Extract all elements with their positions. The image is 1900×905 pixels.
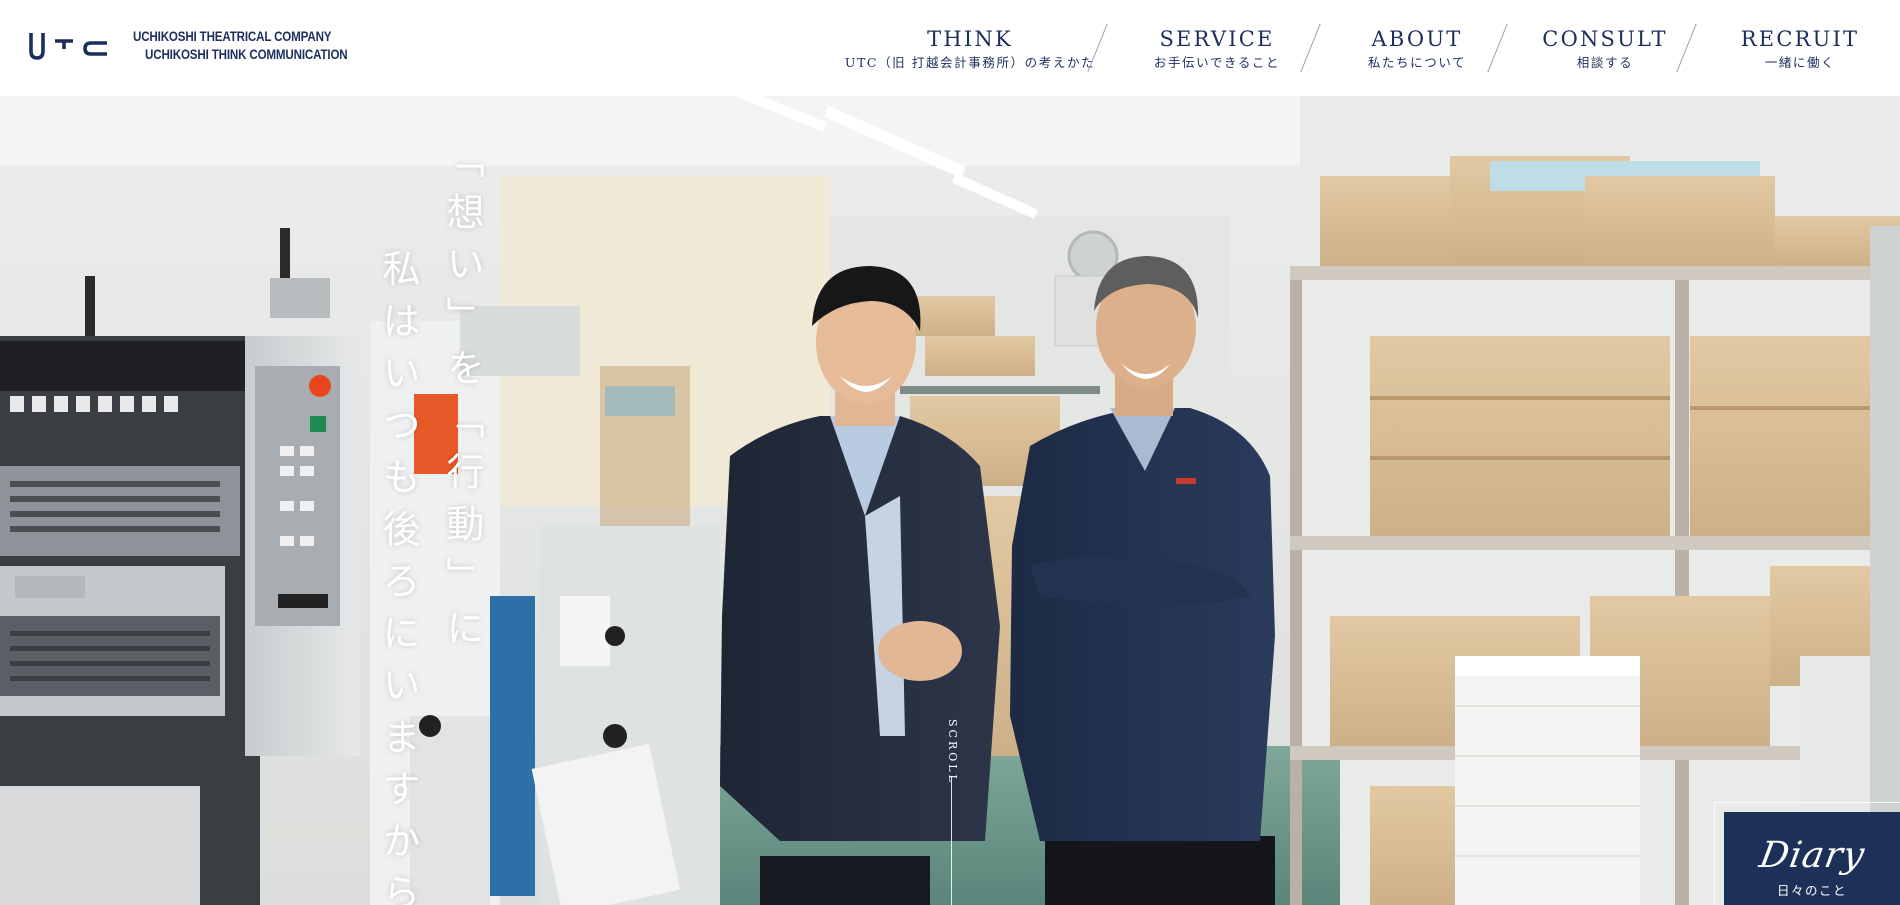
nav-service-sub: お手伝いできること (1153, 55, 1281, 70)
logo-line2: UCHIKOSHI THINK COMMUNICATION (145, 47, 348, 62)
nav-consult-sub: 相談する (1576, 55, 1634, 70)
global-nav: THINK UTC（旧 打越会計事務所）の考えかた SERVICE お手伝いでき… (830, 0, 1900, 96)
nav-think-sub: UTC（旧 打越会計事務所）の考えかた (844, 55, 1096, 70)
scroll-line (951, 776, 952, 905)
nav-consult[interactable]: CONSULT 相談する (1511, 0, 1699, 96)
hero-visual: 「想い」を「行動」に 私はいつも後ろにいますから SCROLL Diary 日々… (0, 96, 1900, 905)
hero-catchcopy-line1: 「想い」を「行動」に (440, 140, 484, 660)
site-header: UCHIKOSHI THEATRICAL COMPANY UCHIKOSHI T… (0, 0, 1900, 96)
scroll-indicator[interactable]: SCROLL (946, 719, 959, 785)
nav-consult-label: CONSULT (1542, 27, 1668, 51)
diary-button[interactable]: Diary 日々のこと (1724, 812, 1900, 905)
nav-service[interactable]: SERVICE お手伝いできること (1111, 0, 1323, 96)
nav-recruit-sub: 一緒に働く (1764, 55, 1836, 70)
nav-recruit-label: RECRUIT (1740, 27, 1860, 51)
logo-line1: UCHIKOSHI THEATRICAL COMPANY (133, 29, 332, 44)
nav-about-sub: 私たちについて (1367, 55, 1467, 70)
nav-think-label: THINK (927, 27, 1013, 51)
nav-think[interactable]: THINK UTC（旧 打越会計事務所）の考えかた (830, 0, 1110, 96)
hero-catchcopy-line2: 私はいつも後ろにいますから (376, 249, 420, 905)
nav-recruit[interactable]: RECRUIT 一緒に働く (1700, 0, 1900, 96)
nav-about[interactable]: ABOUT 私たちについて (1324, 0, 1510, 96)
utc-logo-icon (29, 33, 107, 60)
diary-title: Diary (1756, 835, 1868, 876)
nav-about-label: ABOUT (1371, 27, 1463, 51)
logo-text: UCHIKOSHI THEATRICAL COMPANY UCHIKOSHI T… (133, 28, 348, 64)
nav-service-label: SERVICE (1159, 27, 1275, 51)
diary-subtitle: 日々のこと (1776, 883, 1847, 898)
site-logo[interactable]: UCHIKOSHI THEATRICAL COMPANY UCHIKOSHI T… (29, 28, 382, 64)
